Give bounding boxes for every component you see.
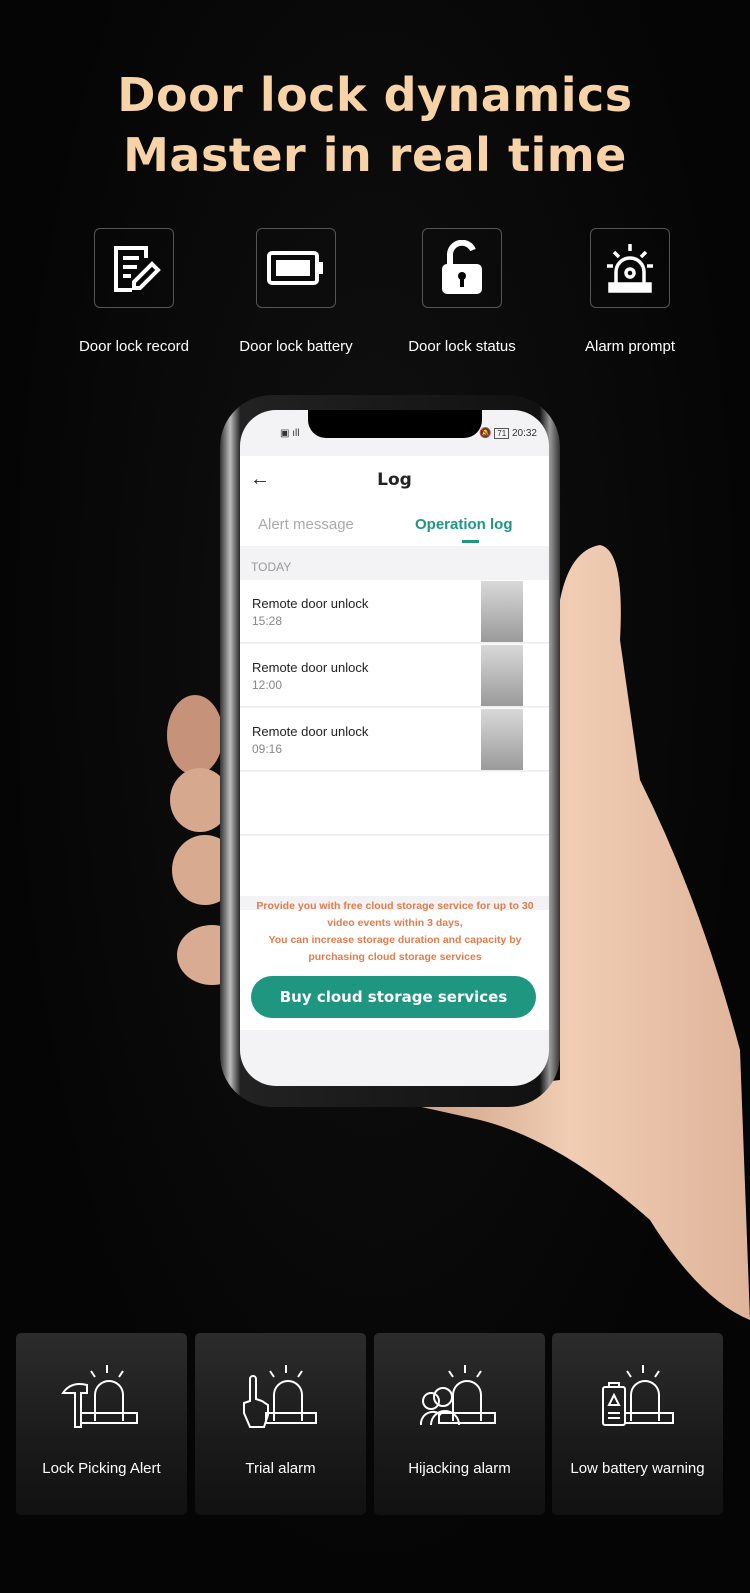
battery-level: 71 [494,428,510,439]
hammer-siren-icon [60,1365,138,1428]
tab-indicator [462,540,479,543]
snapshot-thumbnail[interactable] [481,645,523,706]
tab-operation-log[interactable]: Operation log [415,516,513,533]
tab-alert-message[interactable]: Alert message [258,516,354,533]
alarm-card-hijacking: Hijacking alarm [374,1333,545,1515]
battery-siren-icon [601,1365,674,1426]
finger-siren-icon [242,1365,317,1428]
snapshot-thumbnail[interactable] [481,581,523,642]
entry-time: 12:00 [252,678,283,692]
alarm-card-trial: Trial alarm [195,1333,366,1515]
alarm-label: Trial alarm [245,1460,316,1477]
buy-cloud-storage-button[interactable]: Buy cloud storage services [251,976,536,1018]
alarm-label: Hijacking alarm [408,1460,511,1477]
people-siren-icon [419,1365,496,1426]
snapshot-thumbnail[interactable] [481,709,523,770]
entry-name: Remote door unlock [252,596,369,611]
entry-name: Remote door unlock [252,660,369,675]
entry-time: 09:16 [252,742,283,756]
status-time: 20:32 [511,428,537,439]
empty-row [240,772,549,835]
alarm-label: Lock Picking Alert [42,1460,161,1477]
signal-icon: ▣ ıll [280,428,300,439]
log-entry[interactable]: Remote door unlock 09:16 [240,708,549,771]
alarm-card-low-battery: Low battery warning [552,1333,723,1515]
section-header: TODAY [251,560,292,574]
cloud-storage-note: Provide you with free cloud storage serv… [256,900,534,963]
alarm-label: Low battery warning [570,1460,705,1477]
alarm-card-lock-picking: Lock Picking Alert [16,1333,187,1515]
empty-row [240,836,549,896]
page-title: Log [377,470,412,490]
phone-screen: ▣ ıll 🔕 71 20:32 ← Log Alert message Ope… [240,410,549,1086]
entry-time: 15:28 [252,614,283,628]
app-header: ← Log Alert message Operation log [240,456,549,546]
log-entry[interactable]: Remote door unlock 12:00 [240,644,549,707]
log-entry[interactable]: Remote door unlock 15:28 [240,580,549,643]
phone-mockup: ▣ ıll 🔕 71 20:32 ← Log Alert message Ope… [220,395,560,1107]
entry-name: Remote door unlock [252,724,369,739]
notch [308,410,482,438]
status-right: 🔕 71 20:32 [479,428,537,439]
